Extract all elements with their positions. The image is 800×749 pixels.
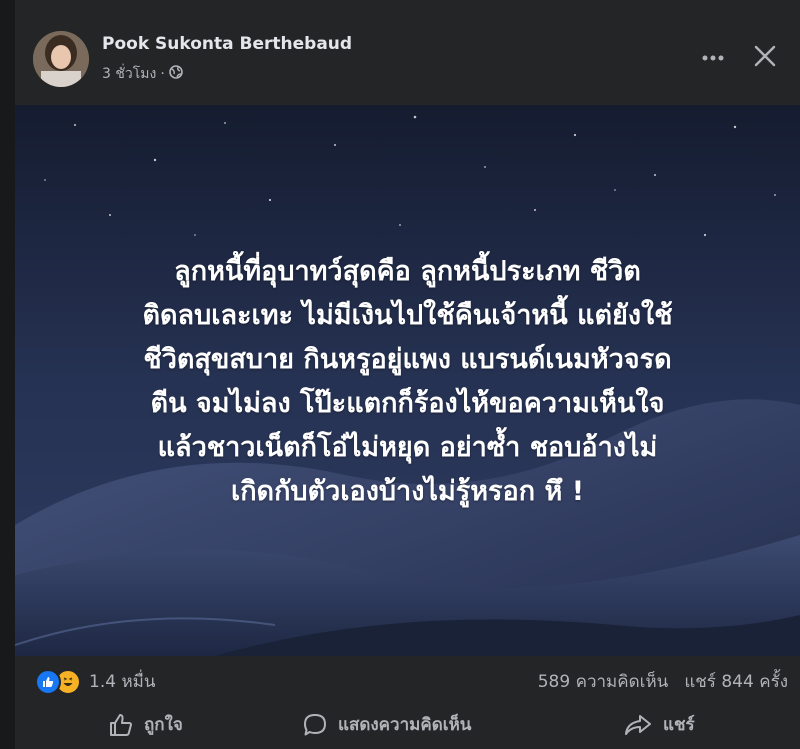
author-avatar[interactable]: [33, 31, 89, 87]
post-card: Pook Sukonta Berthebaud 3 ชั่วโมง · ลูกห…: [15, 0, 800, 749]
post-stats: 1.4 หมื่น 589 ความคิดเห็น แชร์ 844 ครั้ง: [15, 656, 800, 701]
like-label: ถูกใจ: [144, 715, 183, 735]
post-text-line: แล้วชาวเน็ตก็โอ๋ไม่หยุด อย่าซ้ำ ชอบอ้างไ…: [157, 432, 658, 463]
post-text-line: ติดลบเละเทะ ไม่มีเงินไปใช้คืนเจ้าหนี้ แต…: [142, 300, 673, 331]
author-name[interactable]: Pook Sukonta Berthebaud: [102, 34, 352, 54]
post-time[interactable]: 3 ชั่วโมง: [102, 63, 156, 85]
post-text: ลูกหนี้ที่อุบาทว์สุดคือ ลูกหนี้ประเภท ชี…: [55, 250, 760, 514]
comment-label: แสดงความคิดเห็น: [338, 715, 472, 735]
comment-icon: [304, 713, 326, 735]
post-text-line: ชีวิตสุขสบาย กินหรูอยู่แพง แบรนด์เนมหัวจ…: [143, 344, 672, 375]
share-count[interactable]: แชร์ 844 ครั้ง: [684, 668, 788, 695]
share-icon: [625, 714, 651, 735]
reaction-count: 1.4 หมื่น: [89, 672, 156, 692]
meta-separator: ·: [160, 66, 165, 82]
comment-count[interactable]: 589 ความคิดเห็น: [538, 668, 669, 695]
post-actions: ถูกใจ แสดงความคิดเห็น แชร์: [15, 701, 800, 749]
share-button[interactable]: แชร์: [623, 711, 695, 738]
ellipsis-icon: [702, 55, 724, 61]
engagement-counts: 589 ความคิดเห็น แชร์ 844 ครั้ง: [538, 668, 788, 695]
like-button[interactable]: ถูกใจ: [108, 711, 183, 738]
thumbs-up-icon: [110, 713, 132, 736]
like-icon: [35, 668, 61, 695]
post-text-line: เกิดกับตัวเองบ้างไม่รู้หรอก หึ !: [230, 476, 585, 507]
post-image[interactable]: ลูกหนี้ที่อุบาทว์สุดคือ ลูกหนี้ประเภท ชี…: [15, 105, 800, 656]
more-options-button[interactable]: [695, 40, 731, 76]
globe-icon[interactable]: [168, 65, 183, 83]
comment-button[interactable]: แสดงความคิดเห็น: [302, 711, 471, 738]
post-header: Pook Sukonta Berthebaud 3 ชั่วโมง ·: [15, 0, 800, 105]
close-button[interactable]: [747, 38, 783, 74]
post-text-line: ลูกหนี้ที่อุบาทว์สุดคือ ลูกหนี้ประเภท ชี…: [174, 256, 641, 287]
reactions-summary[interactable]: 1.4 หมื่น: [35, 668, 155, 695]
post-meta: 3 ชั่วโมง ·: [102, 63, 183, 85]
post-text-line: ตีน จมไม่ลง โป๊ะแตกก็ร้องไห้ขอความเห็นใจ: [150, 388, 665, 419]
close-icon: [754, 45, 776, 67]
share-label: แชร์: [663, 715, 695, 735]
